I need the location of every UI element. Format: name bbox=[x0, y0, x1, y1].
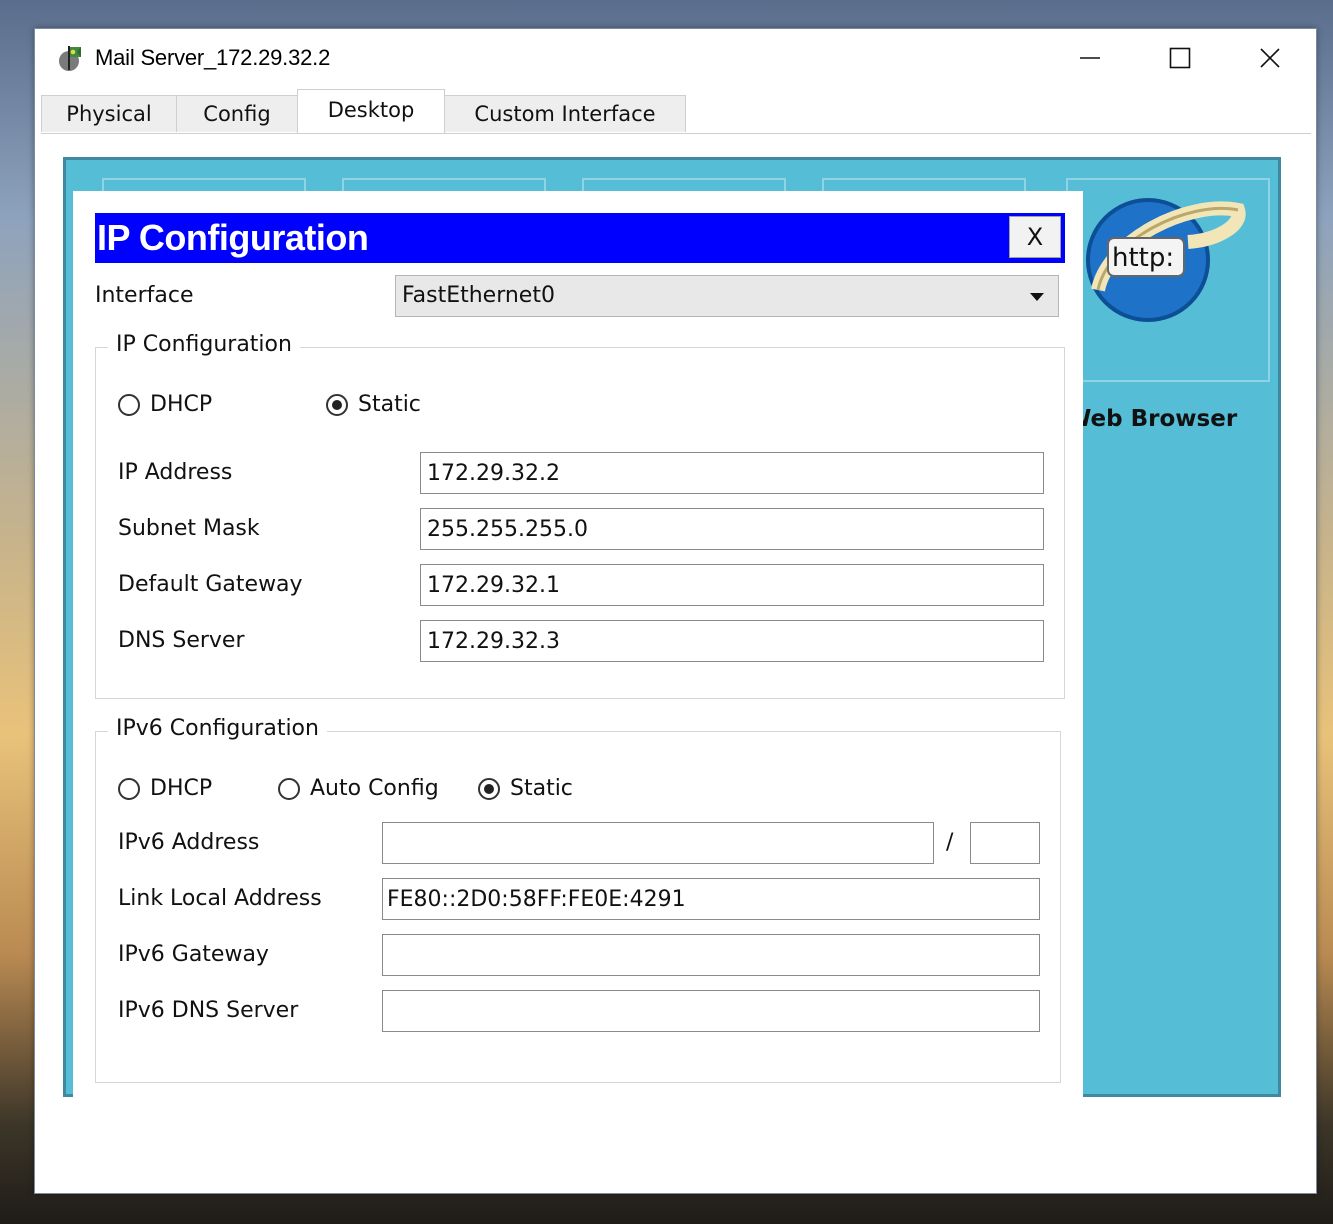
interface-select[interactable]: FastEthernet0 bbox=[395, 275, 1059, 317]
ipv6-dns-server-label: IPv6 DNS Server bbox=[118, 998, 299, 1023]
ipv6-address-label: IPv6 Address bbox=[118, 830, 260, 855]
ip-address-input[interactable] bbox=[420, 452, 1044, 494]
radio-icon bbox=[118, 393, 140, 416]
link-local-address-label: Link Local Address bbox=[118, 886, 322, 911]
ipv6-dns-server-input[interactable] bbox=[382, 990, 1040, 1032]
radio-icon bbox=[278, 777, 300, 800]
maximize-icon bbox=[1169, 47, 1191, 69]
ipv6-gateway-input[interactable] bbox=[382, 934, 1040, 976]
radio-icon bbox=[118, 777, 140, 800]
prefix-separator: / bbox=[946, 830, 954, 855]
dialog-close-button[interactable]: X bbox=[1009, 216, 1061, 258]
dialog-header: IP Configuration X bbox=[95, 213, 1065, 263]
tab-physical[interactable]: Physical bbox=[41, 95, 177, 132]
subnet-mask-input[interactable] bbox=[420, 508, 1044, 550]
tab-bar: Physical Config Desktop Custom Interface bbox=[41, 89, 1311, 134]
minimize-button[interactable] bbox=[1045, 29, 1135, 87]
default-gateway-input[interactable] bbox=[420, 564, 1044, 606]
ipv6-static-label: Static bbox=[510, 776, 573, 801]
ipv6-dhcp-label: DHCP bbox=[150, 776, 213, 801]
ipv4-dhcp-label: DHCP bbox=[150, 392, 213, 417]
ipv6-config-group: IPv6 Configuration DHCP Auto Config Stat… bbox=[95, 716, 1061, 1083]
ipv6-static-radio[interactable]: Static bbox=[478, 776, 573, 801]
close-icon bbox=[1260, 48, 1280, 68]
maximize-button[interactable] bbox=[1135, 29, 1225, 87]
interface-label: Interface bbox=[95, 283, 194, 308]
interface-value: FastEthernet0 bbox=[402, 283, 555, 308]
ipv6-prefix-input[interactable] bbox=[970, 822, 1040, 864]
ipv4-dhcp-radio[interactable]: DHCP bbox=[118, 392, 212, 417]
web-browser-icon: http: bbox=[1086, 198, 1246, 322]
ipv6-address-input[interactable] bbox=[382, 822, 934, 864]
ipv6-auto-config-radio[interactable]: Auto Config bbox=[278, 776, 439, 801]
app-window: Mail Server_172.29.32.2 Physical Config … bbox=[34, 28, 1317, 1194]
minimize-icon bbox=[1080, 57, 1100, 59]
radio-selected-icon bbox=[478, 777, 500, 800]
ipv4-config-group: IP Configuration DHCP Static IP Address … bbox=[95, 332, 1065, 699]
close-window-button[interactable] bbox=[1225, 29, 1315, 87]
packet-tracer-app-icon bbox=[59, 46, 81, 71]
link-local-address-input[interactable] bbox=[382, 878, 1040, 920]
ipv6-dhcp-radio[interactable]: DHCP bbox=[118, 776, 212, 801]
dns-server-input[interactable] bbox=[420, 620, 1044, 662]
title-bar[interactable]: Mail Server_172.29.32.2 bbox=[35, 29, 1316, 89]
browser-icon-text: http: bbox=[1112, 243, 1174, 273]
chevron-down-icon bbox=[1030, 293, 1044, 301]
ipv4-static-label: Static bbox=[358, 392, 421, 417]
radio-selected-icon bbox=[326, 393, 348, 416]
tab-config[interactable]: Config bbox=[176, 95, 298, 132]
dns-server-label: DNS Server bbox=[118, 628, 245, 653]
ipv6-gateway-label: IPv6 Gateway bbox=[118, 942, 269, 967]
ipv4-static-radio[interactable]: Static bbox=[326, 392, 421, 417]
dialog-title: IP Configuration bbox=[97, 217, 369, 258]
ipv6-group-legend: IPv6 Configuration bbox=[108, 716, 327, 741]
tab-custom-interface[interactable]: Custom Interface bbox=[444, 95, 686, 132]
web-browser-label[interactable]: Web Browser bbox=[1080, 406, 1270, 432]
ipv4-group-legend: IP Configuration bbox=[108, 332, 300, 357]
default-gateway-label: Default Gateway bbox=[118, 572, 303, 597]
window-title: Mail Server_172.29.32.2 bbox=[95, 45, 331, 70]
subnet-mask-label: Subnet Mask bbox=[118, 516, 260, 541]
tab-desktop[interactable]: Desktop bbox=[297, 89, 445, 133]
ip-configuration-dialog: IP Configuration X Interface FastEtherne… bbox=[73, 191, 1083, 1109]
web-browser-tile[interactable]: http: bbox=[1066, 178, 1270, 382]
ip-address-label: IP Address bbox=[118, 460, 233, 485]
ipv6-auto-config-label: Auto Config bbox=[310, 776, 439, 801]
